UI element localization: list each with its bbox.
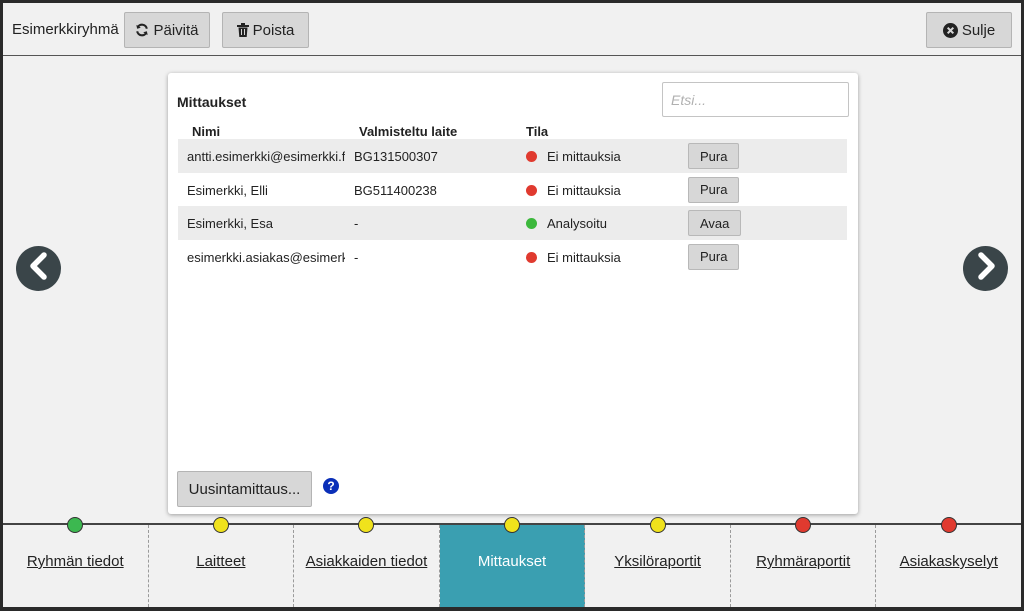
tab-label: Mittaukset — [477, 553, 547, 570]
close-button[interactable]: Sulje — [926, 12, 1012, 48]
chevron-right-icon — [974, 252, 998, 285]
row-name: esimerkki.asiakas@esimerkki.fi — [187, 249, 345, 265]
remeasure-button[interactable]: Uusintamittaus... — [177, 471, 312, 507]
refresh-icon — [135, 23, 149, 37]
search-input[interactable] — [662, 82, 849, 117]
row-device: - — [354, 216, 359, 231]
previous-arrow[interactable] — [16, 246, 61, 291]
close-circle-icon — [942, 22, 958, 38]
tab-label: Ryhmäraportit — [756, 553, 851, 570]
row-name: antti.esimerkki@esimerkki.fi — [187, 149, 345, 164]
status-dot — [526, 218, 537, 229]
status-dot — [526, 184, 537, 196]
tab-label: Laitteet — [196, 553, 246, 570]
table-row: Esimerkki, Elli BG511400238 Ei mittauksi… — [178, 173, 847, 207]
tab-group-reports[interactable]: Ryhmäraportit — [730, 517, 877, 607]
column-header-name: Nimi — [192, 124, 221, 139]
row-device: BG131500307 — [354, 149, 438, 164]
table-row: Esimerkki, Esa - Analysoitu Avaa — [178, 206, 847, 240]
panel-title: Mittaukset — [177, 94, 247, 110]
refresh-button[interactable]: Päivitä — [124, 12, 210, 48]
status-dot — [795, 517, 812, 533]
tab-customer-surveys[interactable]: Asiakaskyselyt — [876, 517, 1022, 607]
row-status: Ei mittauksia — [547, 149, 621, 164]
group-name: Esimerkkiryhmä — [12, 21, 119, 38]
status-dot — [358, 517, 375, 533]
tab-label: Yksilöraportit — [614, 553, 701, 570]
status-dot — [67, 517, 84, 533]
tab-customer-info[interactable]: Asiakkaiden tiedot — [294, 517, 440, 607]
delete-label: Poista — [252, 21, 295, 39]
status-dot — [526, 151, 537, 162]
tab-label: Asiakaskyselyt — [899, 553, 998, 570]
open-button[interactable]: Avaa — [688, 210, 742, 236]
status-dot — [212, 517, 229, 533]
trash-icon — [236, 23, 249, 37]
tab-measurements[interactable]: Mittaukset — [439, 517, 586, 607]
status-dot — [649, 517, 666, 533]
table-row: antti.esimerkki@esimerkki.fi BG131500307… — [178, 139, 847, 173]
tab-devices[interactable]: Laitteet — [148, 517, 295, 607]
status-dot — [526, 251, 537, 263]
column-header-status: Tila — [526, 124, 549, 139]
row-status: Analysoitu — [547, 216, 607, 231]
release-button[interactable]: Pura — [688, 243, 740, 270]
next-arrow[interactable] — [963, 246, 1008, 291]
refresh-label: Päivitä — [153, 21, 199, 39]
tab-group-info[interactable]: Ryhmän tiedot — [3, 517, 149, 607]
status-dot — [504, 517, 521, 533]
row-status: Ei mittauksia — [547, 182, 621, 198]
chevron-left-icon — [27, 252, 51, 285]
tab-individual-reports[interactable]: Yksilöraportit — [585, 517, 731, 607]
tab-label: Asiakkaiden tiedot — [305, 553, 428, 570]
row-device: - — [354, 249, 359, 265]
bottom-tab-bar: Ryhmän tiedot Laitteet Asiakkaiden tiedo… — [3, 517, 1022, 607]
row-status: Ei mittauksia — [547, 249, 621, 265]
row-name: Esimerkki, Esa — [187, 216, 273, 231]
measurements-panel: Mittaukset Nimi Valmisteltu laite Tila a… — [168, 73, 858, 514]
row-device: BG511400238 — [354, 182, 437, 198]
release-button[interactable]: Pura — [688, 143, 740, 169]
question-circle-icon[interactable]: ? — [323, 478, 339, 494]
tab-label: Ryhmän tiedot — [26, 553, 124, 570]
header-bar: Esimerkkiryhmä Päivitä Poista Sulje — [3, 3, 1021, 56]
close-label: Sulje — [961, 21, 996, 39]
app-frame: Esimerkkiryhmä Päivitä Poista Sulje Mitt… — [3, 3, 1022, 607]
row-name: Esimerkki, Elli — [187, 182, 268, 198]
delete-button[interactable]: Poista — [222, 12, 309, 48]
column-header-device: Valmisteltu laite — [359, 124, 458, 139]
table-row: esimerkki.asiakas@esimerkki.fi - Ei mitt… — [178, 240, 847, 274]
status-dot — [940, 517, 957, 533]
measurements-table: antti.esimerkki@esimerkki.fi BG131500307… — [178, 139, 847, 273]
release-button[interactable]: Pura — [688, 176, 740, 203]
